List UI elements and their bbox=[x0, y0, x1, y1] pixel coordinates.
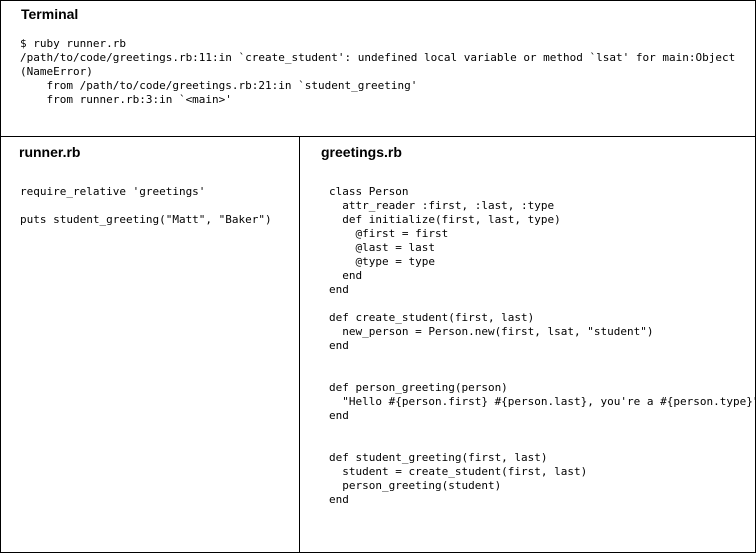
code-line: new_person = Person.new(first, lsat, "st… bbox=[329, 325, 654, 338]
terminal-line: from /path/to/code/greetings.rb:21:in `s… bbox=[20, 79, 418, 92]
code-line: @type = type bbox=[329, 255, 435, 268]
code-line: end bbox=[329, 269, 363, 282]
greetings-code[interactable]: class Person attr_reader :first, :last, … bbox=[329, 185, 756, 507]
code-line: attr_reader :first, :last, :type bbox=[329, 199, 555, 212]
code-line: require_relative 'greetings' bbox=[20, 185, 206, 198]
runner-file-title: runner.rb bbox=[19, 144, 81, 160]
code-line: def person_greeting(person) bbox=[329, 381, 508, 394]
code-line: def create_student(first, last) bbox=[329, 311, 535, 324]
code-line: end bbox=[329, 493, 349, 506]
code-line: @last = last bbox=[329, 241, 435, 254]
code-line: @first = first bbox=[329, 227, 449, 240]
code-line: student = create_student(first, last) bbox=[329, 465, 588, 478]
terminal-pane[interactable]: Terminal $ ruby runner.rb/path/to/code/g… bbox=[0, 0, 756, 137]
code-line: end bbox=[329, 339, 349, 352]
terminal-line: $ ruby runner.rb bbox=[20, 37, 126, 50]
code-line: def initialize(first, last, type) bbox=[329, 213, 561, 226]
code-line: person_greeting(student) bbox=[329, 479, 502, 492]
code-line: "Hello #{person.first} #{person.last}, y… bbox=[329, 395, 756, 408]
terminal-line: (NameError) bbox=[20, 65, 93, 78]
code-line: class Person bbox=[329, 185, 409, 198]
terminal-title: Terminal bbox=[21, 6, 79, 22]
terminal-line: /path/to/code/greetings.rb:11:in `create… bbox=[20, 51, 736, 64]
code-line: puts student_greeting("Matt", "Baker") bbox=[20, 213, 272, 226]
code-line: end bbox=[329, 283, 349, 296]
pane-divider bbox=[299, 137, 300, 553]
terminal-line: from runner.rb:3:in `<main>' bbox=[20, 93, 232, 106]
code-line: def student_greeting(first, last) bbox=[329, 451, 548, 464]
code-line: end bbox=[329, 409, 349, 422]
terminal-output[interactable]: $ ruby runner.rb/path/to/code/greetings.… bbox=[20, 37, 735, 107]
runner-code[interactable]: require_relative 'greetings' puts student… bbox=[20, 185, 272, 227]
greetings-file-title: greetings.rb bbox=[321, 144, 402, 160]
